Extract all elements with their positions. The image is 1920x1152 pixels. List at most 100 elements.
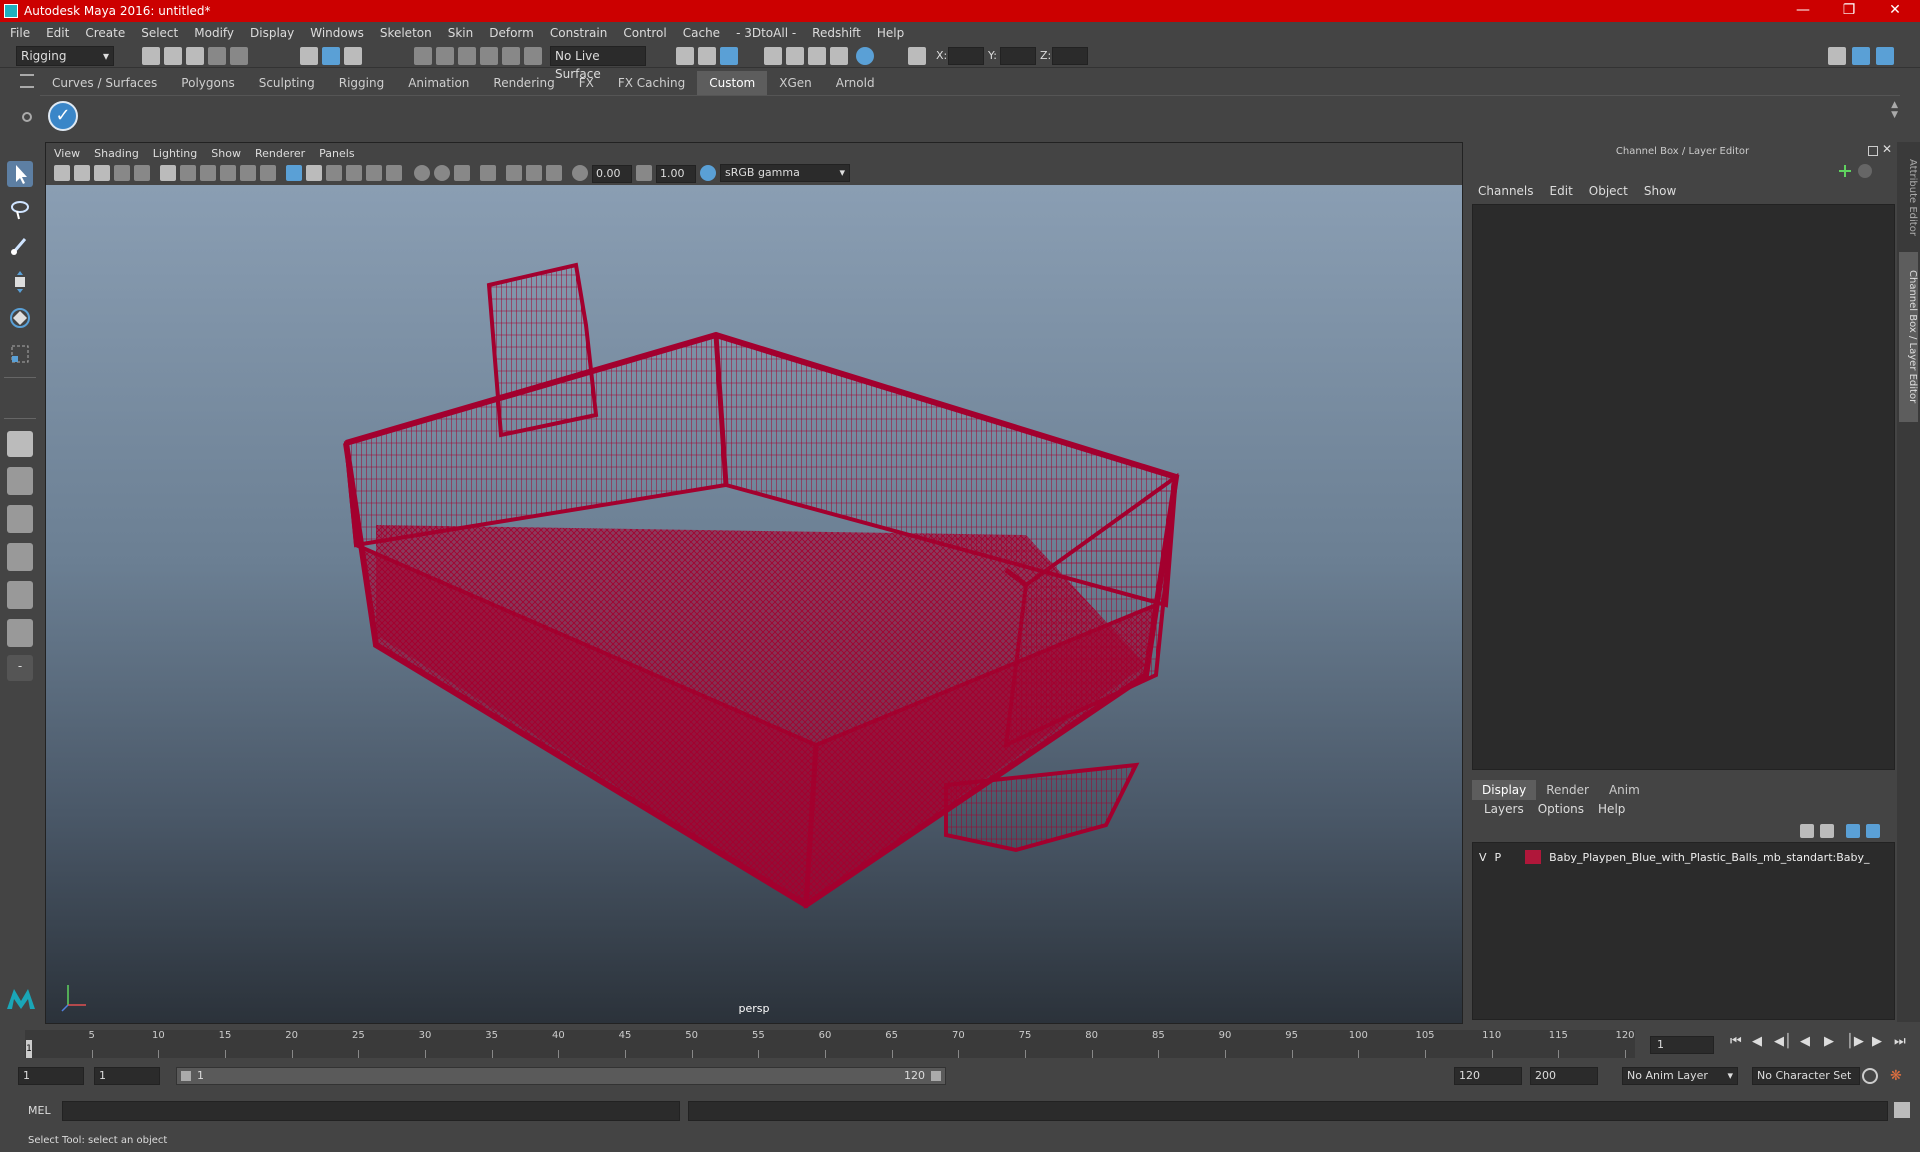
x-field[interactable] (948, 47, 984, 65)
go-to-start-icon[interactable]: ⏮ (1730, 1034, 1742, 1049)
save-scene-icon[interactable] (186, 47, 204, 65)
current-frame-field[interactable]: 1 (1650, 1036, 1714, 1054)
camera-select-icon[interactable] (54, 165, 70, 181)
move-layer-down-icon[interactable] (1820, 824, 1834, 838)
move-pivot-icon[interactable] (1838, 164, 1852, 178)
textured-icon[interactable] (346, 165, 362, 181)
shelf-settings-icon[interactable] (22, 112, 32, 122)
shelf-scroll-icon[interactable]: ▲ ▼ (1891, 100, 1898, 120)
xray-joints-icon[interactable] (526, 165, 542, 181)
start-time-field[interactable]: 1 (18, 1067, 84, 1085)
hypershade-icon[interactable] (856, 47, 874, 65)
gamma-field[interactable]: 1.00 (656, 165, 696, 183)
menu-skin[interactable]: Skin (448, 26, 474, 40)
bookmark-icon[interactable] (94, 165, 110, 181)
layout-two-icon[interactable] (7, 543, 33, 571)
vp-menu-view[interactable]: View (54, 147, 80, 160)
vp-menu-show[interactable]: Show (211, 147, 241, 160)
layer-name[interactable]: Baby_Playpen_Blue_with_Plastic_Balls_mb_… (1549, 851, 1869, 864)
command-input[interactable] (62, 1101, 680, 1121)
channel-list[interactable] (1472, 204, 1895, 770)
z-field[interactable] (1052, 47, 1088, 65)
shelf-tab-xgen[interactable]: XGen (767, 71, 824, 95)
layer-color-swatch[interactable] (1525, 850, 1542, 864)
shelf-tab-fx-caching[interactable]: FX Caching (606, 71, 697, 95)
color-management-icon[interactable] (700, 165, 716, 181)
select-object-icon[interactable] (322, 47, 340, 65)
menu-create[interactable]: Create (85, 26, 125, 40)
vp-menu-shading[interactable]: Shading (94, 147, 139, 160)
menu-windows[interactable]: Windows (310, 26, 364, 40)
script-editor-icon[interactable] (1894, 1102, 1910, 1118)
layout-four-icon[interactable] (7, 505, 33, 533)
colorspace-dropdown[interactable]: sRGB gamma ▾ (720, 164, 850, 182)
safe-action-icon[interactable] (260, 165, 276, 181)
scale-tool-icon[interactable] (7, 341, 33, 367)
menu-control[interactable]: Control (623, 26, 666, 40)
exposure-icon[interactable] (572, 165, 588, 181)
cb-menu-show[interactable]: Show (1644, 184, 1676, 204)
menu-modify[interactable]: Modify (194, 26, 234, 40)
snap-point-icon[interactable] (458, 47, 476, 65)
shelf-tab-custom[interactable]: Custom (697, 71, 768, 95)
field-chart-icon[interactable] (240, 165, 256, 181)
gamma-icon[interactable] (636, 165, 652, 181)
select-component-icon[interactable] (344, 47, 362, 65)
anti-aliasing-icon[interactable] (454, 165, 470, 181)
cb-menu-channels[interactable]: Channels (1478, 184, 1534, 204)
layout-persp-outliner-icon[interactable] (7, 581, 33, 609)
menu-edit[interactable]: Edit (46, 26, 69, 40)
command-language-label[interactable]: MEL (28, 1104, 51, 1117)
shelf-tab-arnold[interactable]: Arnold (824, 71, 887, 95)
isolate-select-icon[interactable] (480, 165, 496, 181)
last-tool-icon[interactable] (7, 431, 33, 457)
layer-playback-toggle[interactable]: P (1495, 851, 1502, 864)
menu-skeleton[interactable]: Skeleton (380, 26, 432, 40)
render-view-icon[interactable] (764, 47, 782, 65)
menu-redshift[interactable]: Redshift (812, 26, 861, 40)
step-back-frame-icon[interactable]: ◀│ (1774, 1034, 1792, 1049)
go-to-end-icon[interactable]: ⏭ (1894, 1034, 1906, 1049)
layer-menu-layers[interactable]: Layers (1484, 802, 1524, 816)
snap-surface-icon[interactable] (502, 47, 520, 65)
input-ops-icon[interactable] (676, 47, 694, 65)
snap-view-icon[interactable] (480, 47, 498, 65)
shelf-tab-curves[interactable]: Curves / Surfaces (40, 71, 169, 95)
paint-select-icon[interactable] (7, 233, 33, 259)
render-frame-icon[interactable] (786, 47, 804, 65)
resolution-gate-icon[interactable] (200, 165, 216, 181)
close-button[interactable]: ✕ (1872, 0, 1918, 22)
playback-end-field[interactable]: 120 (1454, 1067, 1522, 1085)
shelf-tab-rendering[interactable]: Rendering (481, 71, 566, 95)
exposure-field[interactable]: 0.00 (592, 165, 632, 183)
vp-menu-renderer[interactable]: Renderer (255, 147, 305, 160)
snap-grid-icon[interactable] (414, 47, 432, 65)
render-settings-icon[interactable] (830, 47, 848, 65)
layer-tab-render[interactable]: Render (1536, 780, 1599, 800)
wireframe-on-shaded-icon[interactable] (326, 165, 342, 181)
menu-constrain[interactable]: Constrain (550, 26, 608, 40)
step-back-key-icon[interactable]: ◀ (1752, 1034, 1762, 1049)
current-time-marker[interactable]: 1 (26, 1040, 32, 1058)
ambient-occlusion-icon[interactable] (414, 165, 430, 181)
shelf-tab-animation[interactable]: Animation (396, 71, 481, 95)
play-backward-icon[interactable]: ◀ (1800, 1034, 1810, 1049)
layer-visibility-toggle[interactable]: V (1479, 851, 1487, 864)
select-tool-icon[interactable] (7, 161, 33, 187)
y-field[interactable] (1000, 47, 1036, 65)
play-forward-icon[interactable]: ▶ (1824, 1034, 1834, 1049)
lasso-tool-icon[interactable] (7, 197, 33, 223)
xray-components-icon[interactable] (546, 165, 562, 181)
undo-icon[interactable] (208, 47, 226, 65)
cb-menu-edit[interactable]: Edit (1550, 184, 1573, 204)
3d-scene[interactable]: persp (46, 185, 1462, 1023)
camera-lock-icon[interactable] (74, 165, 90, 181)
vp-menu-panels[interactable]: Panels (319, 147, 354, 160)
select-hierarchy-icon[interactable] (300, 47, 318, 65)
smooth-shade-icon[interactable] (306, 165, 322, 181)
end-time-field[interactable]: 200 (1530, 1067, 1598, 1085)
attribute-editor-toggle-icon[interactable] (1852, 47, 1870, 65)
layer-tab-anim[interactable]: Anim (1599, 780, 1650, 800)
open-scene-icon[interactable] (164, 47, 182, 65)
auto-key-icon[interactable] (1862, 1068, 1878, 1084)
